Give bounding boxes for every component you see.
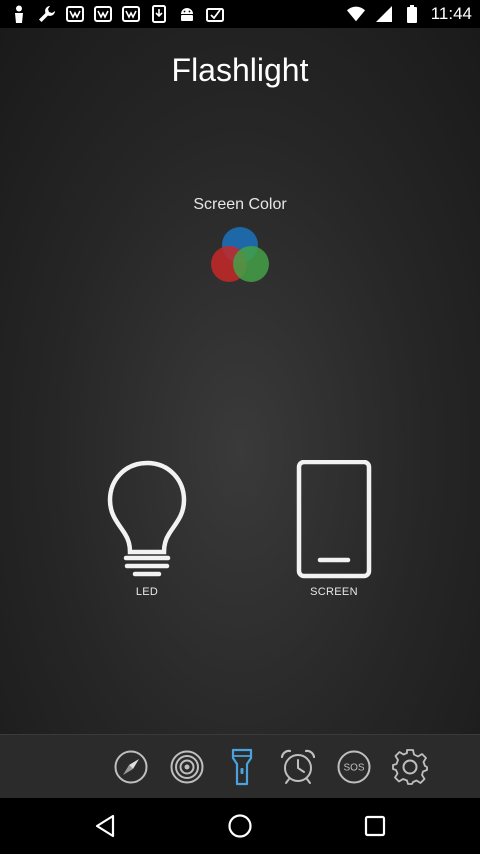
battery-icon — [403, 5, 421, 23]
store-icon — [66, 5, 84, 23]
settings-button[interactable] — [390, 747, 430, 787]
main-panel: Flashlight Screen Color LED SCREEN — [0, 28, 480, 734]
store-icon — [122, 5, 140, 23]
clock-time: 11:44 — [430, 4, 472, 23]
settings-icon — [392, 749, 428, 785]
flashlight-button[interactable] — [222, 747, 262, 787]
signal-icon — [375, 5, 393, 23]
sos-icon: SOS — [337, 750, 371, 784]
notification-icons — [10, 5, 224, 23]
back-button[interactable] — [91, 812, 119, 840]
led-mode-label: LED — [135, 586, 159, 598]
system-icons: 11:44 — [346, 4, 472, 24]
person-icon — [10, 5, 28, 23]
bottom-toolbar: SOS — [0, 734, 480, 799]
target-icon — [170, 750, 204, 784]
android-icon — [178, 5, 196, 23]
light-bulb-icon — [107, 460, 187, 577]
alarm-clock-icon — [280, 749, 316, 784]
compass-button[interactable] — [111, 747, 151, 787]
alarm-button[interactable] — [278, 747, 318, 787]
app-title: Flashlight — [171, 52, 309, 88]
screen-color-label: Screen Color — [193, 196, 287, 213]
wifi-icon — [346, 5, 365, 23]
led-mode-button[interactable]: LED — [97, 460, 197, 598]
screen-color-picker[interactable] — [207, 224, 273, 286]
sos-button[interactable]: SOS — [334, 747, 374, 787]
home-circle-icon — [228, 814, 252, 838]
recents-square-icon — [364, 815, 386, 837]
back-triangle-icon — [95, 814, 115, 838]
screen-mode-button[interactable]: SCREEN — [284, 460, 384, 598]
download-icon — [150, 5, 168, 23]
store-icon — [94, 5, 112, 23]
home-button[interactable] — [226, 812, 254, 840]
inbox-icon — [206, 5, 224, 23]
target-button[interactable] — [167, 747, 207, 787]
flashlight-icon — [231, 748, 253, 786]
recents-button[interactable] — [361, 812, 389, 840]
phone-screen-icon — [296, 460, 372, 579]
status-bar: 11:44 — [0, 0, 480, 28]
compass-icon — [114, 750, 148, 784]
screen-mode-label: SCREEN — [310, 586, 358, 598]
sos-text: SOS — [343, 763, 364, 774]
system-navigation-bar — [0, 798, 480, 854]
wrench-icon — [38, 5, 56, 23]
color-circles-icon — [211, 227, 269, 282]
